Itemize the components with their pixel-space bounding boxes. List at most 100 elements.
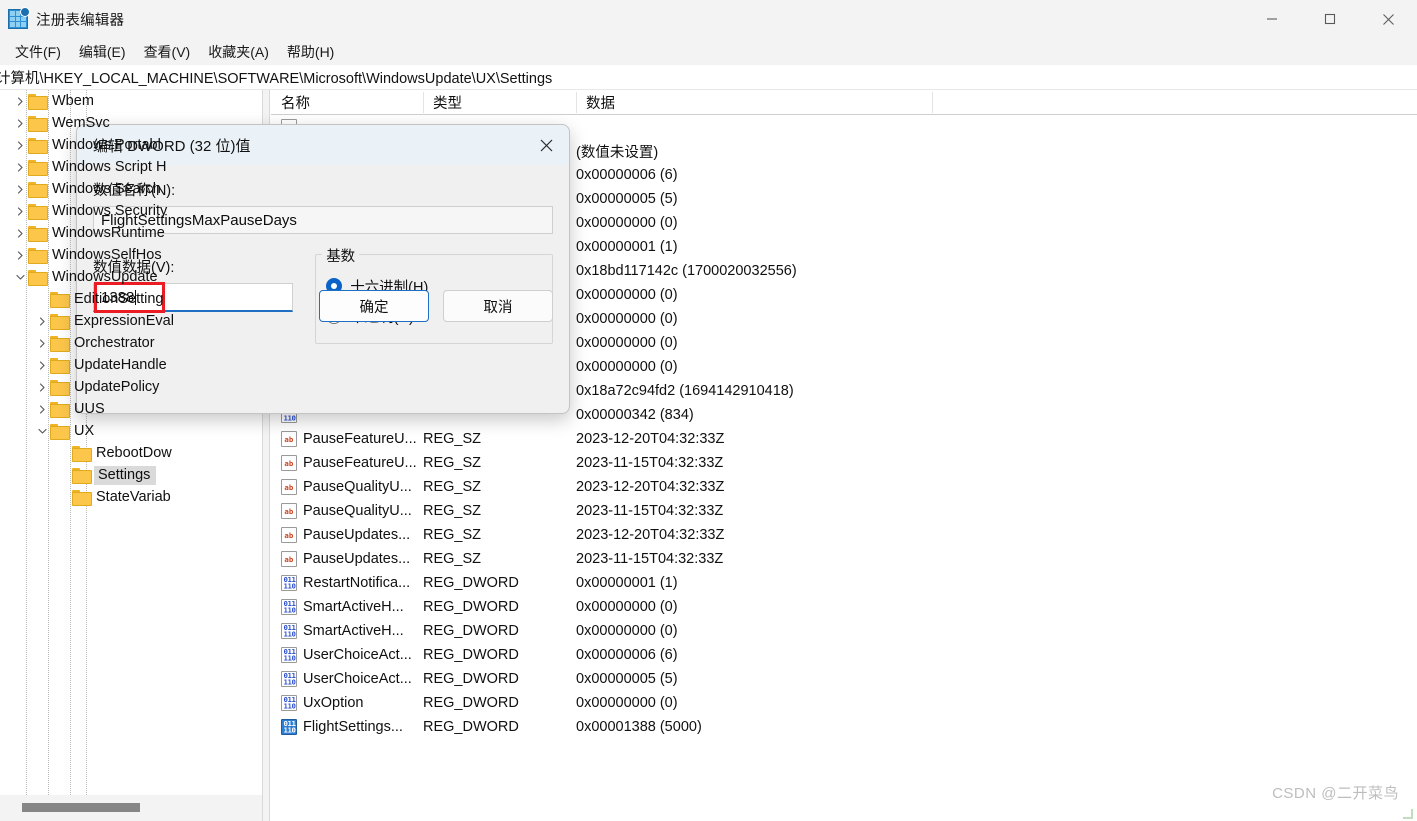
reg-sz-icon: ab [281,455,297,471]
cell-data: 2023-11-15T04:32:33Z [576,503,724,519]
binary-glyph: 011110 [283,575,295,591]
tree-item-label: Wbem [52,93,94,109]
table-row[interactable]: 011 110 FlightSettings... REG_DWORD 0x000013… [271,715,1417,739]
tree-hscroll-thumb[interactable] [22,803,140,812]
chevron-right-icon[interactable] [34,401,50,417]
tree-item-ux[interactable]: UX [0,420,262,442]
cell-type: REG_DWORD [423,695,519,711]
table-row[interactable]: 011 110 UserChoiceAct... REG_DWORD 0x0000000… [271,643,1417,667]
reg-dword-icon: 011110 [281,599,297,615]
chevron-right-icon[interactable] [12,181,28,197]
cell-data: 0x00000006 (6) [576,647,678,663]
table-row[interactable]: ab PauseFeatureU... REG_SZ 2023-11-15T04:32… [271,451,1417,475]
reg-dword-icon: 011110 [281,647,297,663]
tree-item-settings[interactable]: Settings [0,464,262,486]
chevron-right-icon[interactable] [12,137,28,153]
tree-item-rebootdow[interactable]: RebootDow [0,442,262,464]
table-row[interactable]: 011 110 RestartNotifica... REG_DWORD 0x00000… [271,571,1417,595]
column-header-data[interactable]: 数据 [576,90,932,115]
tree-item-wbem[interactable]: Wbem [0,90,262,112]
tree-item-label: WindowsSelfHos [52,247,162,263]
table-row[interactable]: ab PauseQualityU... REG_SZ 2023-12-20T04:32… [271,475,1417,499]
chevron-right-icon[interactable] [12,115,28,131]
tree-item-label: RebootDow [96,445,172,461]
folder-icon [50,380,70,396]
cell-type: REG_DWORD [423,575,519,591]
table-row[interactable]: 011 110 UserChoiceAct... REG_DWORD 0x0000000… [271,667,1417,691]
window-title: 注册表编辑器 [36,12,125,29]
binary-glyph: 011110 [283,671,295,687]
tree-item-label: UX [74,423,95,439]
reg-sz-icon: ab [281,503,297,519]
binary-glyph: 011110 [283,599,295,615]
reg-sz-icon: ab [281,527,297,543]
menu-item-file[interactable]: 文件(F) [6,39,70,65]
cell-name: ab PauseQualityU... [281,503,441,519]
folder-icon [28,138,48,154]
chevron-right-icon[interactable] [12,93,28,109]
tree-item-label: EditionSetting [74,291,164,307]
cell-name: 011 110 UxOption [281,695,441,711]
chevron-right-icon[interactable] [12,159,28,175]
cell-name: 011 110 UserChoiceAct... [281,647,441,663]
cell-type: REG_DWORD [423,719,519,735]
chevron-right-icon[interactable] [34,357,50,373]
tree-item-statevariab[interactable]: StateVariab [0,486,262,508]
table-row[interactable]: 011 110 SmartActiveH... REG_DWORD 0x00000000… [271,619,1417,643]
cell-data: 0x00000000 (0) [576,215,678,231]
chevron-right-icon[interactable] [34,379,50,395]
cell-type: REG_DWORD [423,647,519,663]
chevron-right-icon[interactable] [12,225,28,241]
cell-name: ab PauseUpdates... [281,527,441,543]
folder-icon [50,292,70,308]
table-row[interactable]: 011 110 UxOption REG_DWORD 0x00000000 (0) [271,691,1417,715]
cell-name: 011 110 UserChoiceAct... [281,671,441,687]
chevron-right-icon[interactable] [12,203,28,219]
tree-item-label: UpdatePolicy [74,379,160,395]
cell-data: 0x18bd117142c (1700020032556) [576,263,797,279]
menu-item-favorites[interactable]: 收藏夹(A) [199,39,278,65]
binary-glyph: 011110 [283,647,295,663]
ok-button[interactable]: 确定 [319,290,429,322]
folder-icon [50,314,70,330]
minimize-button[interactable] [1243,0,1301,38]
table-row[interactable]: ab PauseQualityU... REG_SZ 2023-11-15T04:32… [271,499,1417,523]
folder-icon [28,116,48,132]
folder-icon [28,248,48,264]
cancel-button[interactable]: 取消 [443,290,553,322]
chevron-down-icon[interactable] [12,269,28,285]
menu-bar: 文件(F) 编辑(E) 查看(V) 收藏夹(A) 帮助(H) [0,38,1417,65]
table-row[interactable]: 011 110 SmartActiveH... REG_DWORD 0x00000000… [271,595,1417,619]
chevron-right-icon[interactable] [12,247,28,263]
list-header: 名称 类型 数据 [271,90,1417,115]
chevron-right-icon[interactable] [34,313,50,329]
cell-data: 0x00000001 (1) [576,239,678,255]
cell-data: 0x00000000 (0) [576,335,678,351]
column-header-type[interactable]: 类型 [423,90,576,115]
menu-item-help[interactable]: 帮助(H) [278,39,343,65]
cell-data: 0x00000000 (0) [576,623,678,639]
tree-item-label: UpdateHandle [74,357,167,373]
table-row[interactable]: ab PauseFeatureU... REG_SZ 2023-12-20T04:32… [271,427,1417,451]
menu-item-edit[interactable]: 编辑(E) [70,39,135,65]
folder-icon [28,226,48,242]
chevron-right-icon[interactable] [34,335,50,351]
folder-icon [28,270,48,286]
cell-data: 2023-11-15T04:32:33Z [576,551,724,567]
table-row[interactable]: ab PauseUpdates... REG_SZ 2023-11-15T04:32:… [271,547,1417,571]
address-bar[interactable]: 计算机\HKEY_LOCAL_MACHINE\SOFTWARE\Microsof… [0,65,1417,90]
tree-horizontal-scrollbar[interactable] [0,795,262,821]
column-header-name[interactable]: 名称 [271,90,423,115]
table-row[interactable]: ab PauseUpdates... REG_SZ 2023-12-20T04:32:… [271,523,1417,547]
cell-data: 2023-12-20T04:32:33Z [576,431,725,447]
ab-glyph: ab [284,458,294,468]
menu-item-view[interactable]: 查看(V) [135,39,200,65]
registry-editor-window: 注册表编辑器 文件(F) 编辑(E) 查看(V) 收藏夹(A) 帮助(H) 计算… [0,0,1417,821]
close-button[interactable] [1359,0,1417,38]
registry-path: 计算机\HKEY_LOCAL_MACHINE\SOFTWARE\Microsof… [0,70,553,87]
cell-name: ab PauseQualityU... [281,479,441,495]
chevron-down-icon[interactable] [34,423,50,439]
dialog-close-icon[interactable] [523,125,569,165]
maximize-button[interactable] [1301,0,1359,38]
cell-data: 0x00001388 (5000) [576,719,702,735]
